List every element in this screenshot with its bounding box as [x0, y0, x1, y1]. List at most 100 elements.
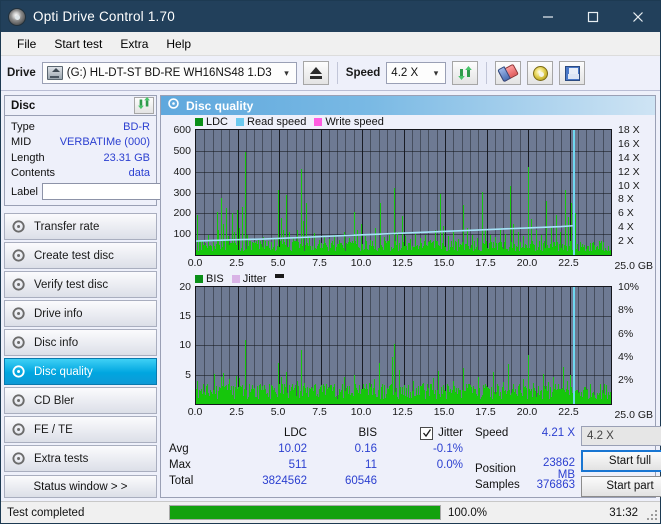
disc-row-contents-key: Contents: [11, 167, 56, 180]
disc-icon: [12, 248, 27, 263]
refresh-icon: [457, 65, 473, 81]
read-speed-line: [196, 224, 573, 242]
app-window: Opti Drive Control 1.70 File Start test …: [0, 0, 661, 524]
refresh-button[interactable]: [452, 61, 479, 85]
result-samples-label: Samples: [475, 479, 520, 491]
legend-entry-write-speed: Write speed: [314, 116, 384, 128]
menu-file[interactable]: File: [9, 35, 44, 53]
stats-row-avg: Avg 10.02 0.16 -0.1%: [169, 441, 469, 457]
sidebar-item-label: Verify test disc: [34, 278, 109, 291]
ldc-chart-legend: LDC Read speed Write speed: [195, 116, 388, 128]
x-tick-label: 22.5: [558, 256, 579, 269]
jitter-marker-icon: [274, 273, 284, 278]
maximize-icon[interactable]: [570, 1, 615, 32]
status-window-button[interactable]: Status window > >: [4, 475, 157, 498]
y-tick-label: 200: [173, 207, 191, 220]
legend-swatch-ldc: [195, 118, 203, 126]
sidebar-item-disc-info[interactable]: Disc info: [4, 329, 157, 356]
position-marker: [572, 286, 575, 404]
drive-select-value: (G:) HL-DT-ST BD-RE WH16NS48 1.D3: [66, 67, 272, 79]
result-speed-select-value: 4.2 X: [587, 430, 614, 443]
stats-total-ldc: 3824562: [262, 475, 307, 487]
y-tick-label: 100: [173, 228, 191, 241]
save-icon: [564, 65, 580, 81]
chevron-down-icon: ▾: [433, 67, 439, 78]
y2-tick-label: 10%: [618, 280, 640, 293]
disc-rows: Type BD-R MID VERBATIMe (000) Length 23.…: [5, 116, 246, 205]
sidebar-item-drive-info[interactable]: Drive info: [4, 300, 157, 327]
stats-row-label: Max: [169, 459, 191, 471]
start-full-button[interactable]: Start full: [581, 450, 661, 472]
bis-x-unit: 25.0 GB: [614, 409, 653, 421]
x-tick-label: 10.0: [350, 406, 372, 418]
disc-refresh-button[interactable]: [134, 96, 154, 114]
disc-row-length: Length 23.31 GB: [11, 150, 150, 166]
toolbar: Drive (G:) HL-DT-ST BD-RE WH16NS48 1.D3 …: [1, 56, 660, 91]
statistics-area: LDC BIS Jitter Avg 10.02 0.16 -0.1% Max …: [161, 421, 661, 497]
sidebar-item-label: Create test disc: [34, 249, 114, 262]
sidebar-item-label: FE / TE: [34, 423, 73, 436]
legend-entry-read-speed: Read speed: [236, 116, 306, 128]
progress-fill: [170, 506, 440, 519]
jitter-checkbox[interactable]: [420, 426, 434, 440]
y2-tick-label: 14 X: [618, 151, 640, 164]
x-tick-label: 20.0: [516, 406, 538, 418]
checkbox-checked-icon: [422, 429, 431, 438]
sidebar-item-transfer-rate[interactable]: Transfer rate: [4, 213, 157, 240]
disc-button[interactable]: [527, 61, 554, 85]
disc-icon: [12, 393, 27, 408]
menu-help[interactable]: Help: [158, 35, 199, 53]
app-icon: [8, 7, 26, 26]
x-tick-label: 20.0: [516, 256, 538, 269]
legend-swatch-jitter: [231, 274, 240, 283]
content-header: Disc quality: [161, 96, 655, 115]
close-icon[interactable]: [615, 1, 660, 32]
status-text: Test completed: [7, 506, 85, 519]
menu-bar: File Start test Extra Help: [1, 32, 660, 56]
y-tick-label: 400: [173, 165, 191, 178]
resize-grip[interactable]: [645, 508, 657, 520]
legend-label-read-speed: Read speed: [247, 116, 307, 128]
sidebar-item-cd-bler[interactable]: CD Bler: [4, 387, 157, 414]
y2-tick-label: 12 X: [618, 165, 640, 178]
minimize-icon[interactable]: [525, 1, 570, 32]
sidebar-item-disc-quality[interactable]: Disc quality: [4, 358, 157, 385]
drive-select[interactable]: (G:) HL-DT-ST BD-RE WH16NS48 1.D3 ▾: [41, 62, 297, 84]
stats-avg-bis: 0.16: [354, 443, 377, 455]
jitter-header: Jitter: [377, 426, 463, 440]
sidebar-item-create-test-disc[interactable]: Create test disc: [4, 242, 157, 269]
speed-select-value: 4.2 X: [391, 67, 419, 79]
legend-label-bis: BIS: [206, 272, 224, 285]
menu-start-test[interactable]: Start test: [46, 35, 110, 53]
results-buttons: 4.2 X ▾ Start full Start part: [581, 425, 661, 497]
ldc-x-unit: 25.0 GB: [614, 259, 653, 272]
sidebar-item-verify-test-disc[interactable]: Verify test disc: [4, 271, 157, 298]
chevron-down-icon: ▾: [284, 67, 289, 78]
legend-label-write-speed: Write speed: [325, 116, 384, 128]
result-speed-select[interactable]: 4.2 X ▾: [581, 426, 661, 447]
disc-panel: Disc Type BD-R MID VERBATIMe (000) Lengt…: [4, 95, 246, 206]
disc-panel-header: Disc: [5, 96, 156, 116]
stats-row-label: Total: [169, 475, 194, 487]
bis-jitter-chart: BIS Jitter 5 10 15 20 2% 4% 6% 8% 10% 0.…: [161, 272, 655, 421]
disc-row-type: Type BD-R: [11, 119, 150, 135]
eject-icon: [309, 67, 322, 74]
eject-button[interactable]: [302, 61, 329, 85]
disc-row-mid-key: MID: [11, 136, 32, 149]
sidebar-item-label: Disc info: [34, 336, 79, 349]
legend-entry-jitter: Jitter: [231, 273, 267, 285]
stats-max-ldc: 511: [288, 459, 307, 471]
save-button[interactable]: [559, 61, 586, 85]
sidebar-item-fe-te[interactable]: FE / TE: [4, 416, 157, 443]
erase-button[interactable]: [495, 61, 522, 85]
drive-icon: [46, 66, 63, 80]
sidebar-item-label: Disc quality: [34, 365, 93, 378]
legend-label-ldc: LDC: [206, 116, 229, 128]
menu-extra[interactable]: Extra: [112, 35, 156, 53]
toolbar-divider: [336, 62, 338, 84]
speed-select[interactable]: 4.2 X ▾: [386, 62, 447, 84]
ldc-plot-area: [195, 129, 612, 256]
stats-total-bis: 60546: [345, 475, 377, 487]
sidebar-item-extra-tests[interactable]: Extra tests: [4, 445, 157, 472]
start-part-button[interactable]: Start part: [581, 475, 661, 497]
